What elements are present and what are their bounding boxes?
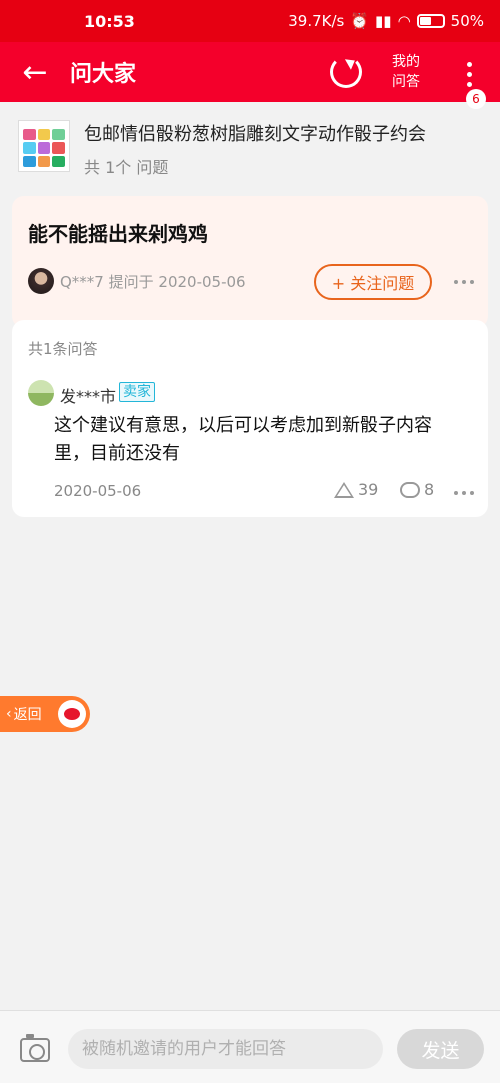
question-title: 能不能摇出来剁鸡鸡 <box>28 222 208 246</box>
return-label: 返回 <box>13 707 42 723</box>
product-thumbnail <box>18 120 70 172</box>
bottom-input-bar: 发送 <box>0 1010 500 1083</box>
product-header[interactable]: 包邮情侣骰粉葱树脂雕刻文字动作骰子约会 共 1个 问题 <box>0 112 500 186</box>
answerer-name: 发***市 <box>60 387 117 406</box>
status-bar: 10:53 39.7K/s ⏰ ▮▮ ◠ 50% <box>0 0 500 42</box>
chevron-left-icon: ‹ <box>6 706 12 722</box>
asked-date: 提问于 2020-05-06 <box>108 273 246 291</box>
arrow-left-icon: ← <box>22 54 48 90</box>
follow-question-button[interactable]: + 关注问题 <box>314 264 432 300</box>
answer-text: 这个建议有意思，以后可以考虑加到新骰子内容里，目前还没有 <box>54 415 432 464</box>
answerer-avatar <box>28 380 54 406</box>
refresh-icon[interactable] <box>330 56 362 88</box>
back-button[interactable]: ← <box>0 42 70 102</box>
seller-badge: 卖家 <box>119 382 155 402</box>
like-button[interactable]: 39 <box>334 480 378 499</box>
like-count: 39 <box>358 480 379 499</box>
more-vertical-icon[interactable] <box>462 62 476 92</box>
comment-icon <box>400 481 420 498</box>
answers-card: 共1条问答 发***市 卖家 这个建议有意思，以后可以考虑加到新骰子内容里，目前… <box>12 320 488 517</box>
battery-icon <box>416 14 445 28</box>
product-title: 包邮情侣骰粉葱树脂雕刻文字动作骰子约会 <box>84 124 426 145</box>
comment-button[interactable]: 8 <box>400 480 434 499</box>
return-button[interactable]: ‹ 返回 <box>0 696 90 732</box>
camera-icon[interactable] <box>20 1034 50 1062</box>
question-more-icon[interactable] <box>454 280 474 284</box>
my-answers-button[interactable]: 我的问答 <box>392 52 432 92</box>
weibo-icon <box>58 700 86 728</box>
network-speed: 39.7K/s <box>288 12 345 30</box>
answer-more-icon[interactable] <box>454 491 474 495</box>
status-time: 10:53 <box>84 11 135 31</box>
asker-name: Q***7 <box>60 273 104 291</box>
wifi-icon: ◠ <box>397 12 411 30</box>
answer-input[interactable] <box>68 1029 383 1069</box>
asker-meta: Q***7 提问于 2020-05-06 <box>60 271 246 292</box>
top-nav-bar: ← 问大家 我的问答 6 <box>0 42 500 109</box>
thumbs-up-icon <box>334 481 354 498</box>
alarm-icon: ⏰ <box>350 12 370 30</box>
asker-avatar <box>28 268 54 294</box>
question-count: 共 1个 问题 <box>84 158 169 177</box>
battery-percent: 50% <box>450 12 484 30</box>
answer-date: 2020-05-06 <box>54 482 142 500</box>
page-title: 问大家 <box>70 62 137 87</box>
notification-badge: 6 <box>466 89 486 109</box>
question-card: 能不能摇出来剁鸡鸡 Q***7 提问于 2020-05-06 + 关注问题 <box>12 196 488 328</box>
comment-count: 8 <box>424 480 435 499</box>
status-right: 39.7K/s ⏰ ▮▮ ◠ 50% <box>288 12 484 30</box>
answers-count: 共1条问答 <box>28 340 98 358</box>
signal-icon: ▮▮ <box>375 12 392 30</box>
send-button[interactable]: 发送 <box>397 1029 484 1069</box>
